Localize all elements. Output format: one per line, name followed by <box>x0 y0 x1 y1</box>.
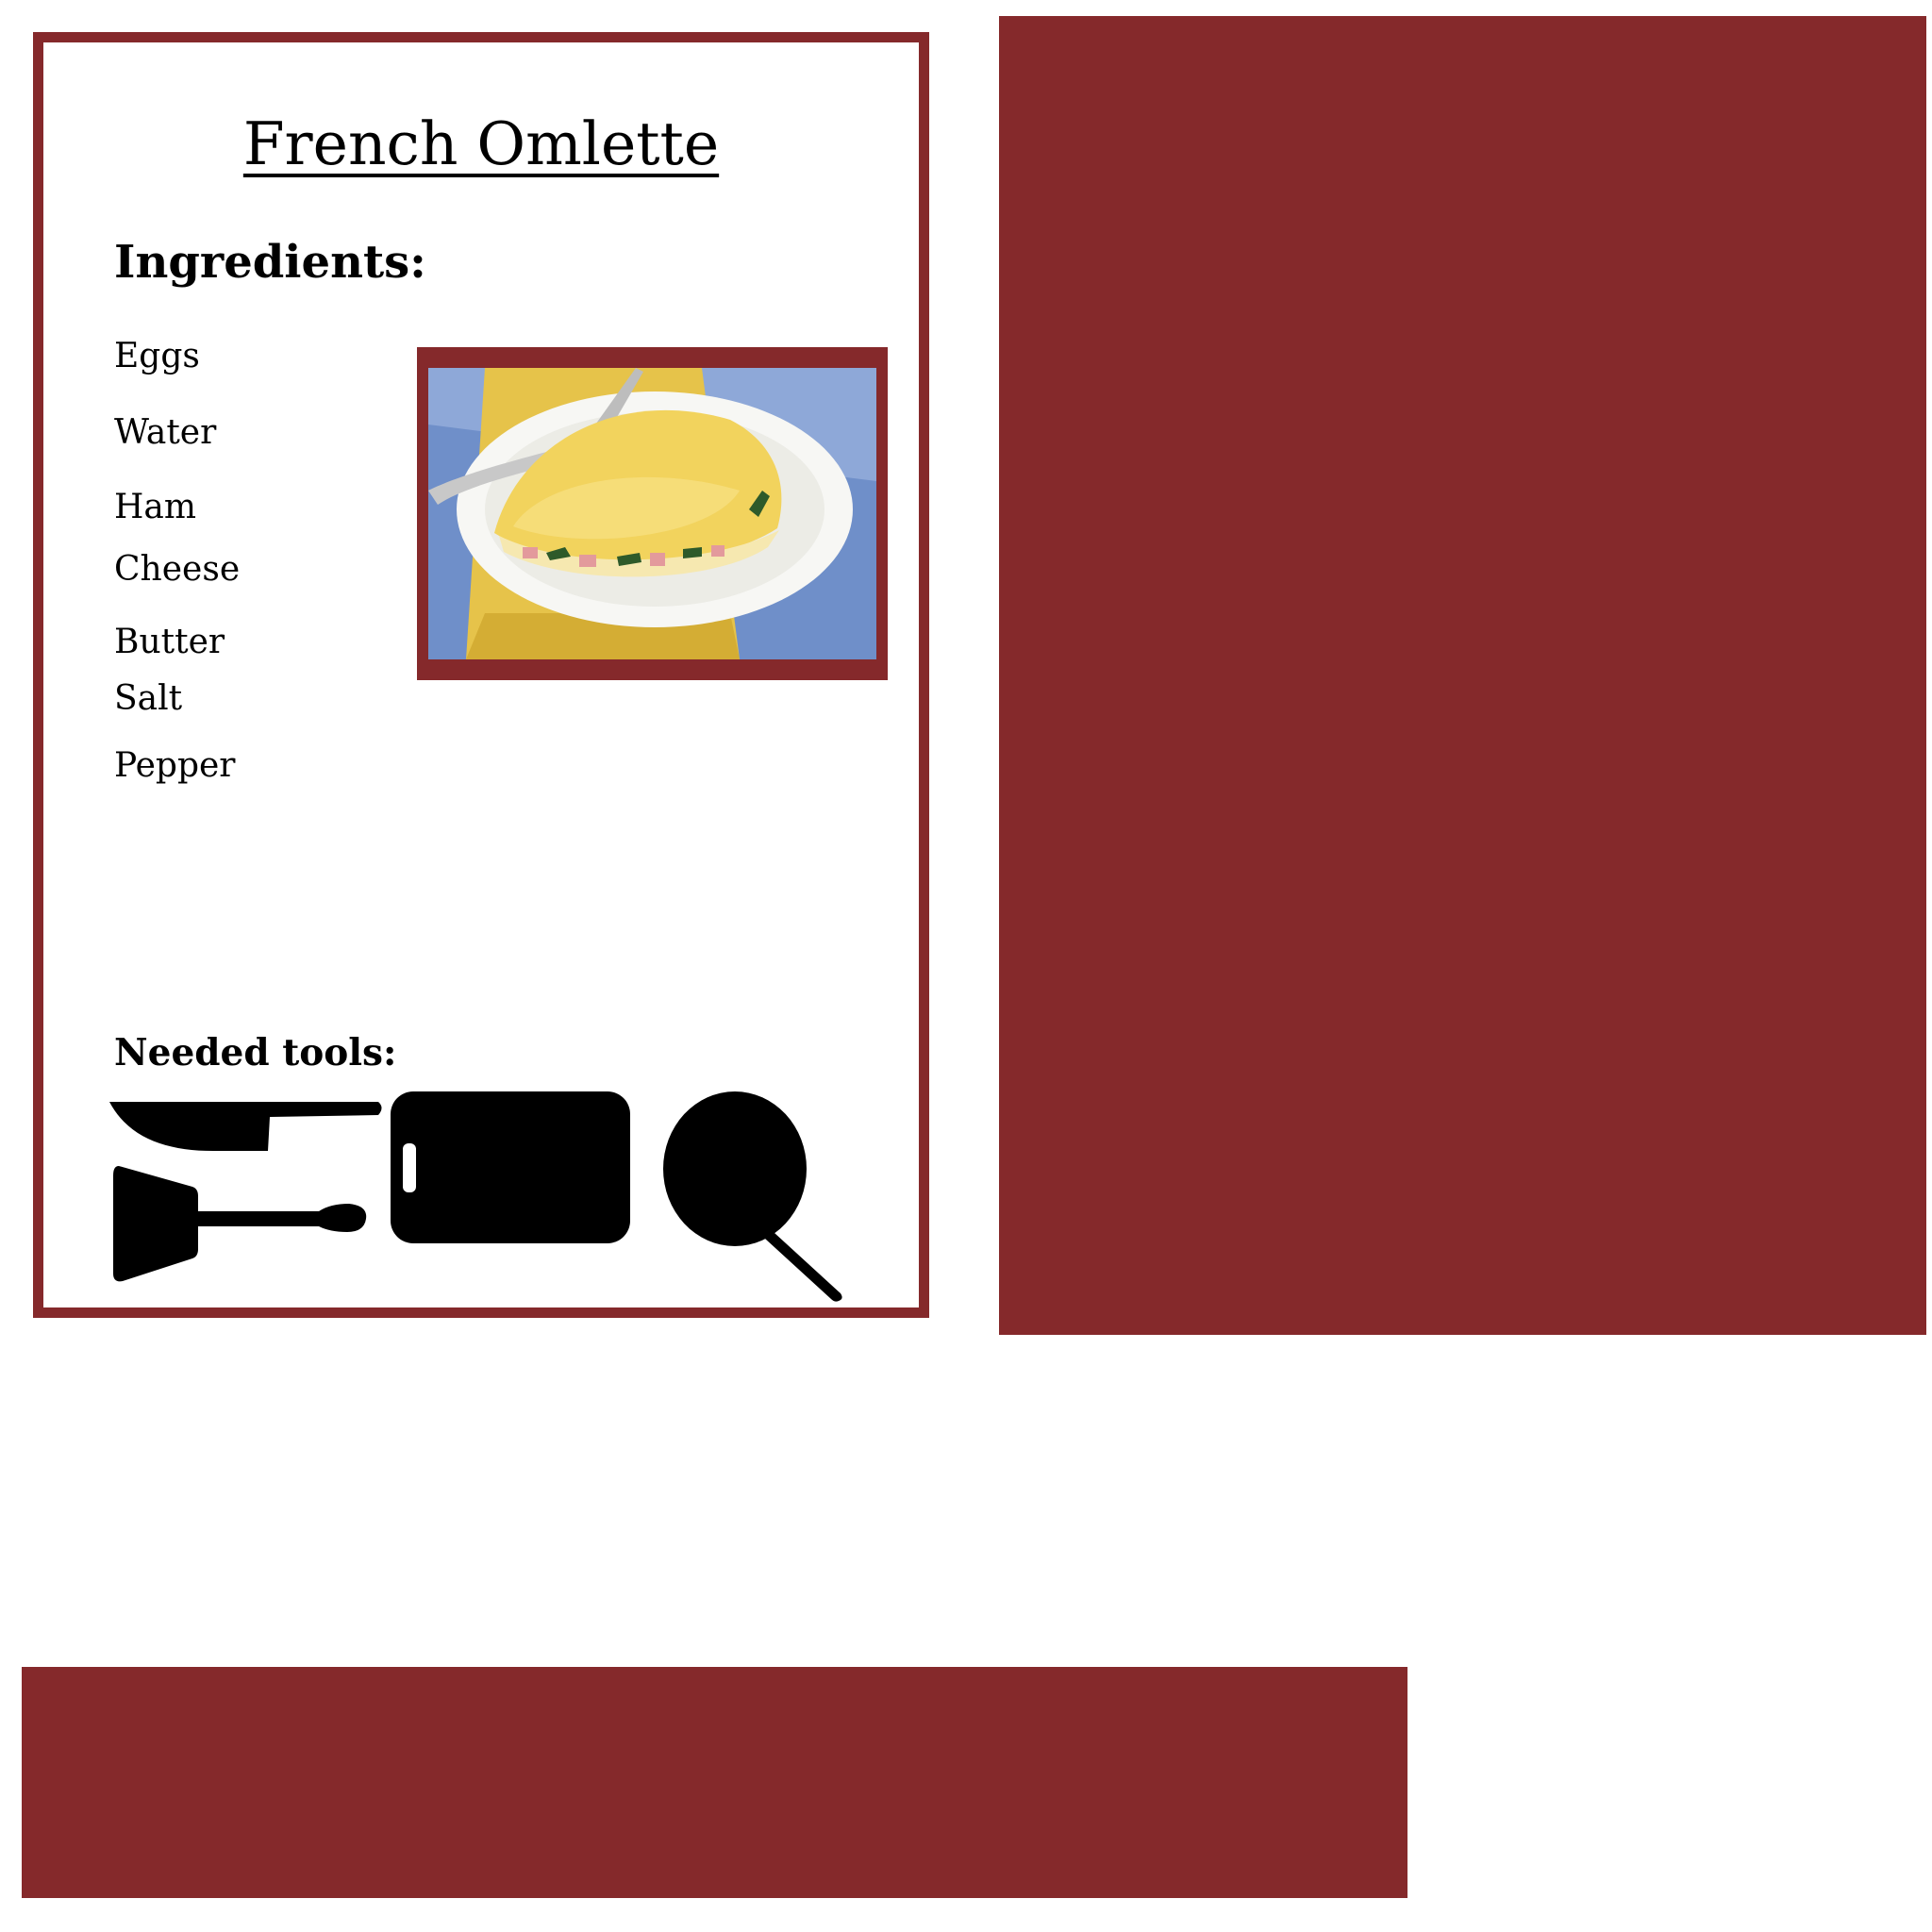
ingredient-item: Pepper <box>114 746 236 785</box>
frying-pan-icon <box>663 1091 846 1302</box>
ingredient-item: Salt <box>114 679 183 718</box>
right-color-block <box>999 16 1926 1335</box>
bottom-color-block <box>22 1667 1407 1898</box>
spatula-icon <box>111 1166 368 1283</box>
omelette-photo <box>417 347 888 680</box>
ingredient-item: Eggs <box>114 337 200 375</box>
ingredient-item: Water <box>114 413 217 452</box>
knife-icon <box>109 1100 383 1153</box>
ingredients-heading: Ingredients: <box>114 236 426 289</box>
recipe-card: French Omlette Ingredients: Eggs Water H… <box>33 32 929 1318</box>
tools-heading: Needed tools: <box>114 1031 397 1074</box>
recipe-title: French Omlette <box>242 109 720 178</box>
ingredient-item: Butter <box>114 623 225 661</box>
ingredient-item: Cheese <box>114 550 241 589</box>
cutting-board-icon <box>391 1091 630 1243</box>
ingredient-item: Ham <box>114 488 196 526</box>
